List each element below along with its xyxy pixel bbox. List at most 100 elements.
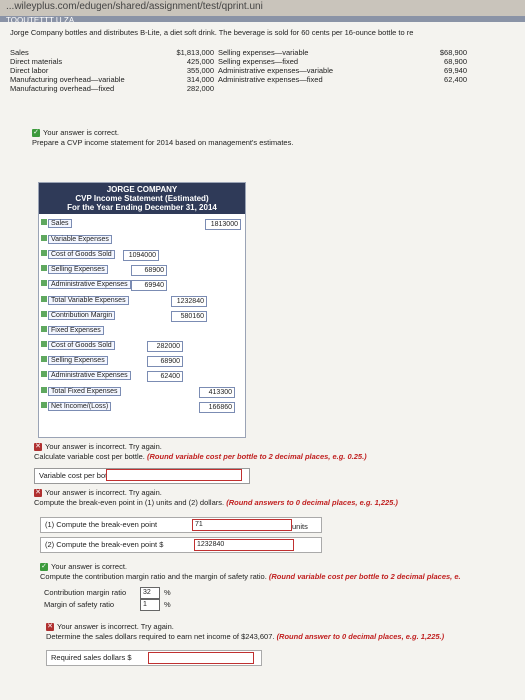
cost-label: Direct materials: [10, 57, 63, 66]
result-correct-1: ✓ Your answer is correct.: [32, 128, 120, 138]
row-admin-v: Administrative Expenses: [41, 280, 131, 289]
cost-value: 355,000: [186, 66, 214, 75]
cost-label: Administrative expenses—fixed: [218, 75, 323, 84]
admin-variable-label[interactable]: Administrative Expenses: [48, 280, 131, 289]
x-icon: ✕: [46, 623, 54, 632]
cost-label: Manufacturing overhead—fixed: [10, 84, 115, 93]
statement-title: CVP Income Statement (Estimated): [75, 194, 209, 203]
cost-label: Selling expenses—variable: [218, 48, 309, 57]
cost-label: Sales: [10, 48, 29, 57]
check-icon: ✓: [32, 129, 40, 138]
prompt-target-income: Determine the sales dollars required to …: [46, 632, 445, 641]
statement-header: JORGE COMPANY CVP Income Statement (Esti…: [39, 183, 245, 214]
total-variable-label[interactable]: Total Variable Expenses: [48, 296, 129, 305]
cm-ratio-label: Contribution margin ratio: [44, 588, 127, 597]
contribution-margin-label[interactable]: Contribution Margin: [48, 311, 116, 320]
break-even-units-input[interactable]: 71: [192, 519, 292, 531]
check-icon: ✓: [40, 563, 48, 572]
break-even-dollars-input[interactable]: 1232840: [194, 539, 294, 551]
prompt-break-even: Compute the break-even point in (1) unit…: [34, 498, 398, 507]
variable-cost-input[interactable]: [106, 469, 242, 481]
selling-variable-input[interactable]: 68900: [131, 265, 167, 276]
rounding-note-4: (Round variable cost per bottle to 2 dec…: [268, 572, 461, 581]
selling-fixed-label[interactable]: Selling Expenses: [48, 356, 108, 365]
variable-expenses-label[interactable]: Variable Expenses: [48, 235, 112, 244]
x-icon: ✕: [34, 489, 42, 498]
cogs-fixed-label[interactable]: Cost of Goods Sold: [48, 341, 115, 350]
cost-value: $1,813,000: [176, 48, 214, 57]
total-variable-input[interactable]: 1232840: [171, 296, 207, 307]
variable-cost-label: Variable cost per bottle: [39, 471, 116, 480]
cost-row: Direct labor 355,000 Administrative expens…: [10, 66, 471, 75]
row-variable: Variable Expenses: [41, 235, 112, 244]
total-fixed-input[interactable]: 413300: [199, 387, 235, 398]
prompt-cvp: Prepare a CVP income statement for 2014 …: [32, 138, 294, 147]
cogs-fixed-input[interactable]: 282000: [147, 341, 183, 352]
prompt-variable-cost: Calculate variable cost per bottle. (Rou…: [34, 452, 367, 461]
rounding-note-2: (Round variable cost per bottle to 2 dec…: [147, 452, 367, 461]
statement-period: For the Year Ending December 31, 2014: [67, 203, 217, 212]
sales-label[interactable]: Sales: [48, 219, 72, 228]
cost-label: [218, 84, 392, 93]
row-cogs-f: Cost of Goods Sold: [41, 341, 115, 350]
cost-label: Manufacturing overhead—variable: [10, 75, 125, 84]
contribution-margin-input[interactable]: 580160: [171, 311, 207, 322]
assignment-page: Jorge Company bottles and distributes B-…: [0, 22, 525, 700]
prompt-ratios: Compute the contribution margin ratio an…: [40, 572, 461, 581]
cm-ratio-input[interactable]: 32: [140, 587, 160, 599]
row-sell-v: Selling Expenses: [41, 265, 108, 274]
cost-value: 314,000: [186, 75, 214, 84]
row-cm: Contribution Margin: [41, 311, 116, 320]
selling-variable-label[interactable]: Selling Expenses: [48, 265, 108, 274]
row-total-v: Total Variable Expenses: [41, 296, 129, 305]
row-net-income: Net Income/(Loss): [41, 402, 112, 411]
cost-label: Direct labor: [10, 66, 49, 75]
mos-ratio-label: Margin of safety ratio: [44, 600, 115, 609]
mos-ratio-input[interactable]: 1: [140, 599, 160, 611]
cost-label: Selling expenses—fixed: [218, 57, 299, 66]
cogs-variable-input[interactable]: 1094000: [123, 250, 159, 261]
cost-row: Direct materials 425,000 Selling expenses—…: [10, 57, 471, 66]
selling-fixed-input[interactable]: 68900: [147, 356, 183, 367]
net-income-label[interactable]: Net Income/(Loss): [48, 402, 112, 411]
cost-value: $68,900: [439, 48, 467, 57]
cost-value: 69,940: [444, 66, 467, 75]
net-income-input[interactable]: 166860: [199, 402, 235, 413]
cost-row: Manufacturing overhead—fixed 282,000: [10, 84, 471, 93]
result-incorrect-2: ✕ Your answer is incorrect. Try again.: [34, 442, 162, 452]
admin-variable-input[interactable]: 69940: [131, 280, 167, 291]
url-bar[interactable]: ...wileyplus.com/edugen/shared/assignmen…: [0, 0, 525, 16]
total-fixed-label[interactable]: Total Fixed Expenses: [48, 387, 121, 396]
fixed-expenses-label[interactable]: Fixed Expenses: [48, 326, 104, 335]
result-correct-4: ✓ Your answer is correct.: [40, 562, 128, 572]
result-incorrect-3: ✕ Your answer is incorrect. Try again.: [34, 488, 162, 498]
required-sales-currency: $: [127, 653, 132, 662]
cost-row: Sales $1,813,000 Selling expenses—variable…: [10, 48, 471, 57]
percent-sign: %: [164, 600, 171, 609]
problem-intro: Jorge Company bottles and distributes B-…: [10, 28, 414, 37]
result-incorrect-5: ✕ Your answer is incorrect. Try again.: [46, 622, 174, 632]
break-even-currency: $: [159, 540, 164, 549]
cost-label: Administrative expenses—variable: [218, 66, 334, 75]
row-sales: Sales: [41, 219, 72, 228]
percent-sign: %: [164, 588, 171, 597]
cost-value: 62,400: [444, 75, 467, 84]
cost-row: Manufacturing overhead—variable 314,000 Ad…: [10, 75, 471, 84]
cost-data-table: Sales $1,813,000 Selling expenses—variable…: [10, 48, 471, 93]
row-admin-f: Administrative Expenses: [41, 371, 131, 380]
break-even-dollars-label: (2) Compute the break-even point: [45, 540, 158, 549]
cogs-variable-label[interactable]: Cost of Goods Sold: [48, 250, 115, 259]
row-sell-f: Selling Expenses: [41, 356, 108, 365]
row-cogs-v: Cost of Goods Sold: [41, 250, 115, 259]
company-name: JORGE COMPANY: [106, 185, 178, 194]
admin-fixed-label[interactable]: Administrative Expenses: [48, 371, 131, 380]
sales-input[interactable]: 1813000: [205, 219, 241, 230]
rounding-note-5: (Round answer to 0 decimal places, e.g. …: [276, 632, 445, 641]
admin-fixed-input[interactable]: 62400: [147, 371, 183, 382]
x-icon: ✕: [34, 443, 42, 452]
cost-value: 425,000: [186, 57, 214, 66]
cost-value: 282,000: [186, 84, 214, 93]
row-total-f: Total Fixed Expenses: [41, 387, 121, 396]
break-even-units-label: (1) Compute the break-even point: [45, 520, 158, 529]
required-sales-input[interactable]: [148, 652, 254, 664]
